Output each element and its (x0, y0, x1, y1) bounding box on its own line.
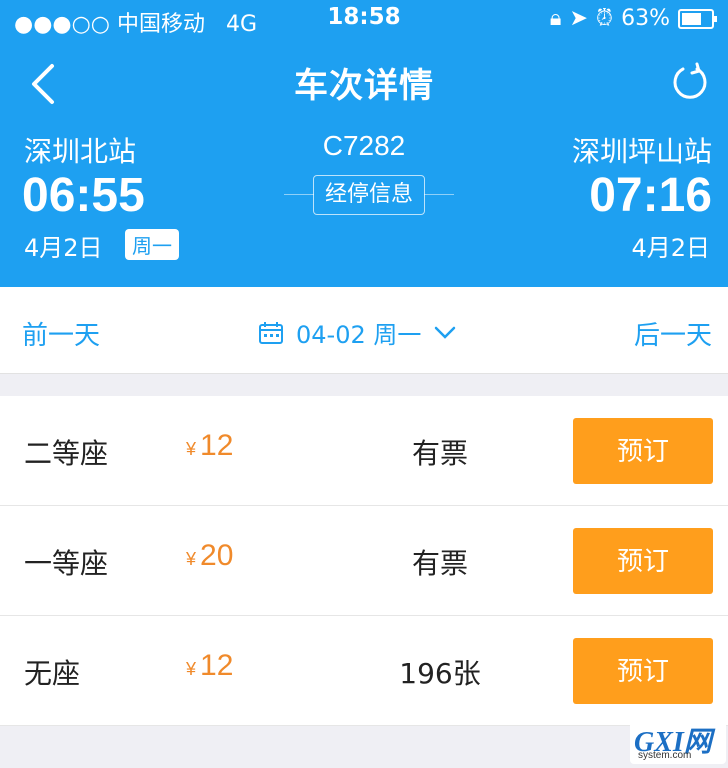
departure-date: 4月2日 (24, 234, 103, 262)
yen-symbol: ¥ (186, 659, 197, 679)
date-bar: 前一天 04-02 周一 后一天 (0, 287, 728, 374)
seat-availability: 196张 (399, 657, 481, 690)
seat-type: 无座 (24, 657, 81, 690)
page-title: 车次详情 (294, 66, 434, 106)
yen-symbol: ¥ (186, 439, 197, 459)
location-icon: ➤ (569, 6, 588, 31)
chevron-down-icon (435, 326, 456, 339)
seat-availability: 有票 (411, 547, 468, 580)
seat-type: 一等座 (24, 547, 109, 580)
seat-row: 一等座 ¥20 有票 预订 (0, 506, 728, 616)
book-button[interactable]: 预订 (573, 528, 713, 594)
book-button[interactable]: 预订 (573, 418, 713, 484)
alarm-icon: ⏰︎ (595, 6, 614, 31)
selected-date: 04-02 周一 (296, 321, 422, 349)
seat-price: ¥12 (186, 649, 234, 682)
rotation-lock-icon: 🔒︎ (549, 6, 562, 31)
arrival-date: 4月2日 (631, 234, 710, 262)
seat-availability: 有票 (411, 437, 468, 470)
arrival-time: 07:16 (589, 169, 712, 222)
battery-percent: 63% (621, 6, 670, 31)
date-picker[interactable]: 04-02 周一 (258, 315, 457, 350)
refresh-button[interactable] (670, 62, 710, 102)
seat-price: ¥12 (186, 429, 234, 462)
departure-weekday-badge: 周一 (125, 229, 179, 260)
calendar-icon (259, 321, 283, 344)
header: ●●●○○ 中国移动 4G 18:58 🔒︎ ➤ ⏰︎ 63% 车次详情 深圳北… (0, 0, 728, 287)
battery-icon (678, 8, 717, 29)
arrival-station: 深圳坪山站 (571, 135, 712, 168)
seat-row: 无座 ¥12 196张 预订 (0, 616, 728, 726)
prev-day-button[interactable]: 前一天 (22, 315, 100, 352)
stops-info-button[interactable]: 经停信息 (313, 175, 425, 215)
book-button[interactable]: 预订 (573, 638, 713, 704)
next-day-button[interactable]: 后一天 (634, 315, 712, 352)
seat-type: 二等座 (24, 437, 109, 470)
stops-info: 经停信息 (284, 175, 454, 215)
seat-row: 二等座 ¥12 有票 预订 (0, 396, 728, 506)
status-bar: ●●●○○ 中国移动 4G 18:58 🔒︎ ➤ ⏰︎ 63% (0, 0, 728, 40)
yen-symbol: ¥ (186, 549, 197, 569)
departure-time: 06:55 (22, 169, 145, 222)
watermark-domain: system.com (638, 750, 692, 761)
watermark-logo: GXI网 system.com (630, 720, 726, 764)
status-right: 🔒︎ ➤ ⏰︎ 63% (549, 6, 717, 31)
seat-price: ¥20 (186, 539, 234, 572)
